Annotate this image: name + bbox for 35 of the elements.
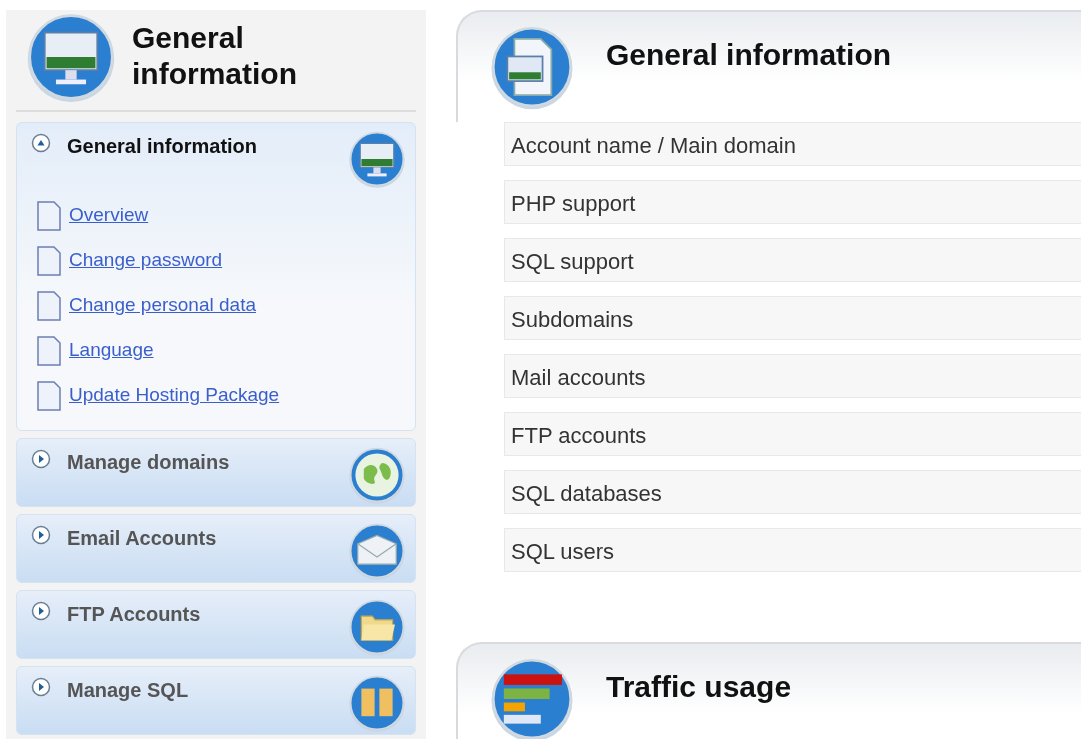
menu-section-header[interactable]: FTP Accounts [67,599,331,629]
page-icon [37,290,61,321]
folder-icon [347,597,407,657]
expand-icon[interactable] [31,449,51,469]
sidebar-title: General information [132,20,298,92]
menu-link[interactable]: Language [69,336,154,365]
envelope-icon [347,521,407,581]
panel-title: General information [606,36,892,73]
menu-section-header[interactable]: Email Accounts [67,523,331,553]
monitor-icon [347,129,407,189]
page-icon [37,335,61,366]
info-row: SQL users [504,528,1081,572]
panel-title: Traffic usage [606,668,792,705]
info-row: Account name / Main domain [504,122,1081,166]
page-icon [37,200,61,231]
menu-link[interactable]: Update Hosting Package [69,381,280,410]
info-row: PHP support [504,180,1081,224]
menu-link[interactable]: Overview [69,201,149,230]
collapse-icon[interactable] [31,133,51,153]
info-row: SQL support [504,238,1081,282]
expand-icon[interactable] [31,601,51,621]
info-row: Mail accounts [504,354,1081,398]
menu-section-header[interactable]: General information [67,131,331,161]
info-row: SQL databases [504,470,1081,514]
menu-section-header[interactable]: Manage SQL [67,675,331,705]
expand-icon[interactable] [31,677,51,697]
globe-icon [347,445,407,505]
menu-link[interactable]: Change personal data [69,291,256,320]
info-row: FTP accounts [504,412,1081,456]
menu-link[interactable]: Change password [69,246,223,275]
info-row: Subdomains [504,296,1081,340]
page-icon [37,245,61,276]
menu-section-header[interactable]: Manage domains [67,447,331,477]
expand-icon[interactable] [31,525,51,545]
page-icon [37,380,61,411]
